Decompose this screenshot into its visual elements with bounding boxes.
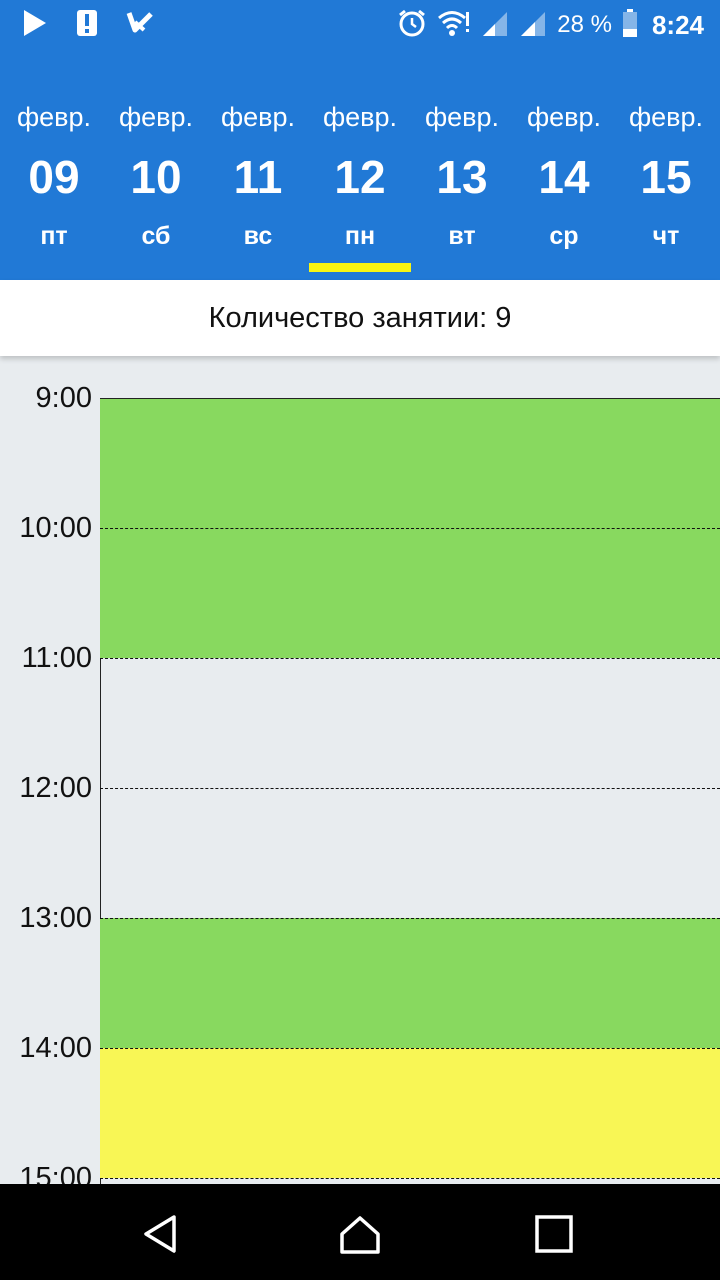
day-weekday: чт — [652, 222, 680, 250]
day-tab-09[interactable]: февр. 09 пт — [3, 50, 105, 280]
wifi-icon — [437, 8, 471, 43]
home-icon[interactable] — [338, 1212, 382, 1256]
day-month: февр. — [628, 102, 704, 132]
day-month: февр. — [16, 102, 92, 132]
day-month: февр. — [424, 102, 500, 132]
hour-label: 10:00 — [19, 512, 92, 544]
day-tab-15[interactable]: февр. 15 чт — [615, 50, 717, 280]
day-tabs: февр. 09 пт февр. 10 сб февр. 11 вс февр. 12 пн февр… — [3, 50, 717, 280]
alert-icon — [76, 8, 98, 43]
hour-label: 13:00 — [19, 902, 92, 934]
recents-icon[interactable] — [532, 1212, 576, 1256]
hour-divider — [100, 788, 720, 789]
back-icon[interactable] — [138, 1212, 182, 1256]
day-weekday: вт — [448, 222, 476, 250]
hour-label: 11:00 — [21, 642, 92, 674]
hour-divider — [100, 1178, 720, 1179]
battery-percent: 28 % — [557, 11, 612, 38]
checkmark-app-icon — [126, 8, 154, 43]
day-tab-12[interactable]: февр. 12 пн — [309, 50, 411, 280]
battery-icon — [622, 8, 638, 43]
date-selector: февр. 09 пт февр. 10 сб февр. 11 вс февр. 12 пн февр… — [0, 50, 720, 280]
hour-divider-top — [100, 398, 720, 399]
lesson-block[interactable] — [100, 918, 720, 1048]
day-month: февр. — [118, 102, 194, 132]
hour-label: 14:00 — [19, 1032, 92, 1064]
hour-label: 15:00 — [19, 1162, 92, 1184]
hour-divider — [100, 918, 720, 919]
lesson-block[interactable] — [100, 1048, 720, 1178]
hour-divider — [100, 1048, 720, 1049]
alarm-icon — [397, 8, 427, 43]
day-weekday: пт — [40, 222, 68, 250]
day-tab-10[interactable]: февр. 10 сб — [105, 50, 207, 280]
lessons-count-bar: Количество занятии: 9 — [0, 280, 720, 356]
hour-divider — [100, 658, 720, 659]
hour-divider — [100, 528, 720, 529]
day-tab-14[interactable]: февр. 14 ср — [513, 50, 615, 280]
lessons-count-text: Количество занятии: 9 — [208, 301, 512, 334]
day-weekday: сб — [141, 222, 171, 250]
day-month: февр. — [220, 102, 296, 132]
day-month: февр. — [526, 102, 602, 132]
selected-day-indicator — [309, 263, 411, 272]
clock: 8:24 — [651, 10, 704, 40]
day-number: 13 — [436, 151, 488, 203]
day-tab-13[interactable]: февр. 13 вт — [411, 50, 513, 280]
day-weekday: ср — [549, 222, 579, 250]
signal-icon — [519, 8, 547, 43]
day-number: 09 — [28, 151, 80, 203]
hour-label: 12:00 — [19, 772, 92, 804]
day-weekday: вс — [243, 222, 273, 250]
day-number: 11 — [233, 151, 283, 203]
hour-label: 9:00 — [35, 382, 92, 414]
day-number: 14 — [538, 151, 590, 203]
day-weekday: пн — [344, 222, 376, 250]
day-number: 10 — [130, 151, 182, 203]
day-tab-11[interactable]: февр. 11 вс — [207, 50, 309, 280]
day-number: 15 — [640, 151, 692, 203]
signal-icon — [481, 8, 509, 43]
day-schedule[interactable]: 9:00 10:00 11:00 12:00 13:00 14:00 15:00 — [0, 356, 720, 1184]
navigation-bar — [0, 1184, 720, 1280]
status-bar: 28 % 8:24 — [0, 0, 720, 50]
play-icon — [22, 8, 48, 43]
day-month: февр. — [322, 102, 398, 132]
day-number: 12 — [334, 151, 386, 203]
